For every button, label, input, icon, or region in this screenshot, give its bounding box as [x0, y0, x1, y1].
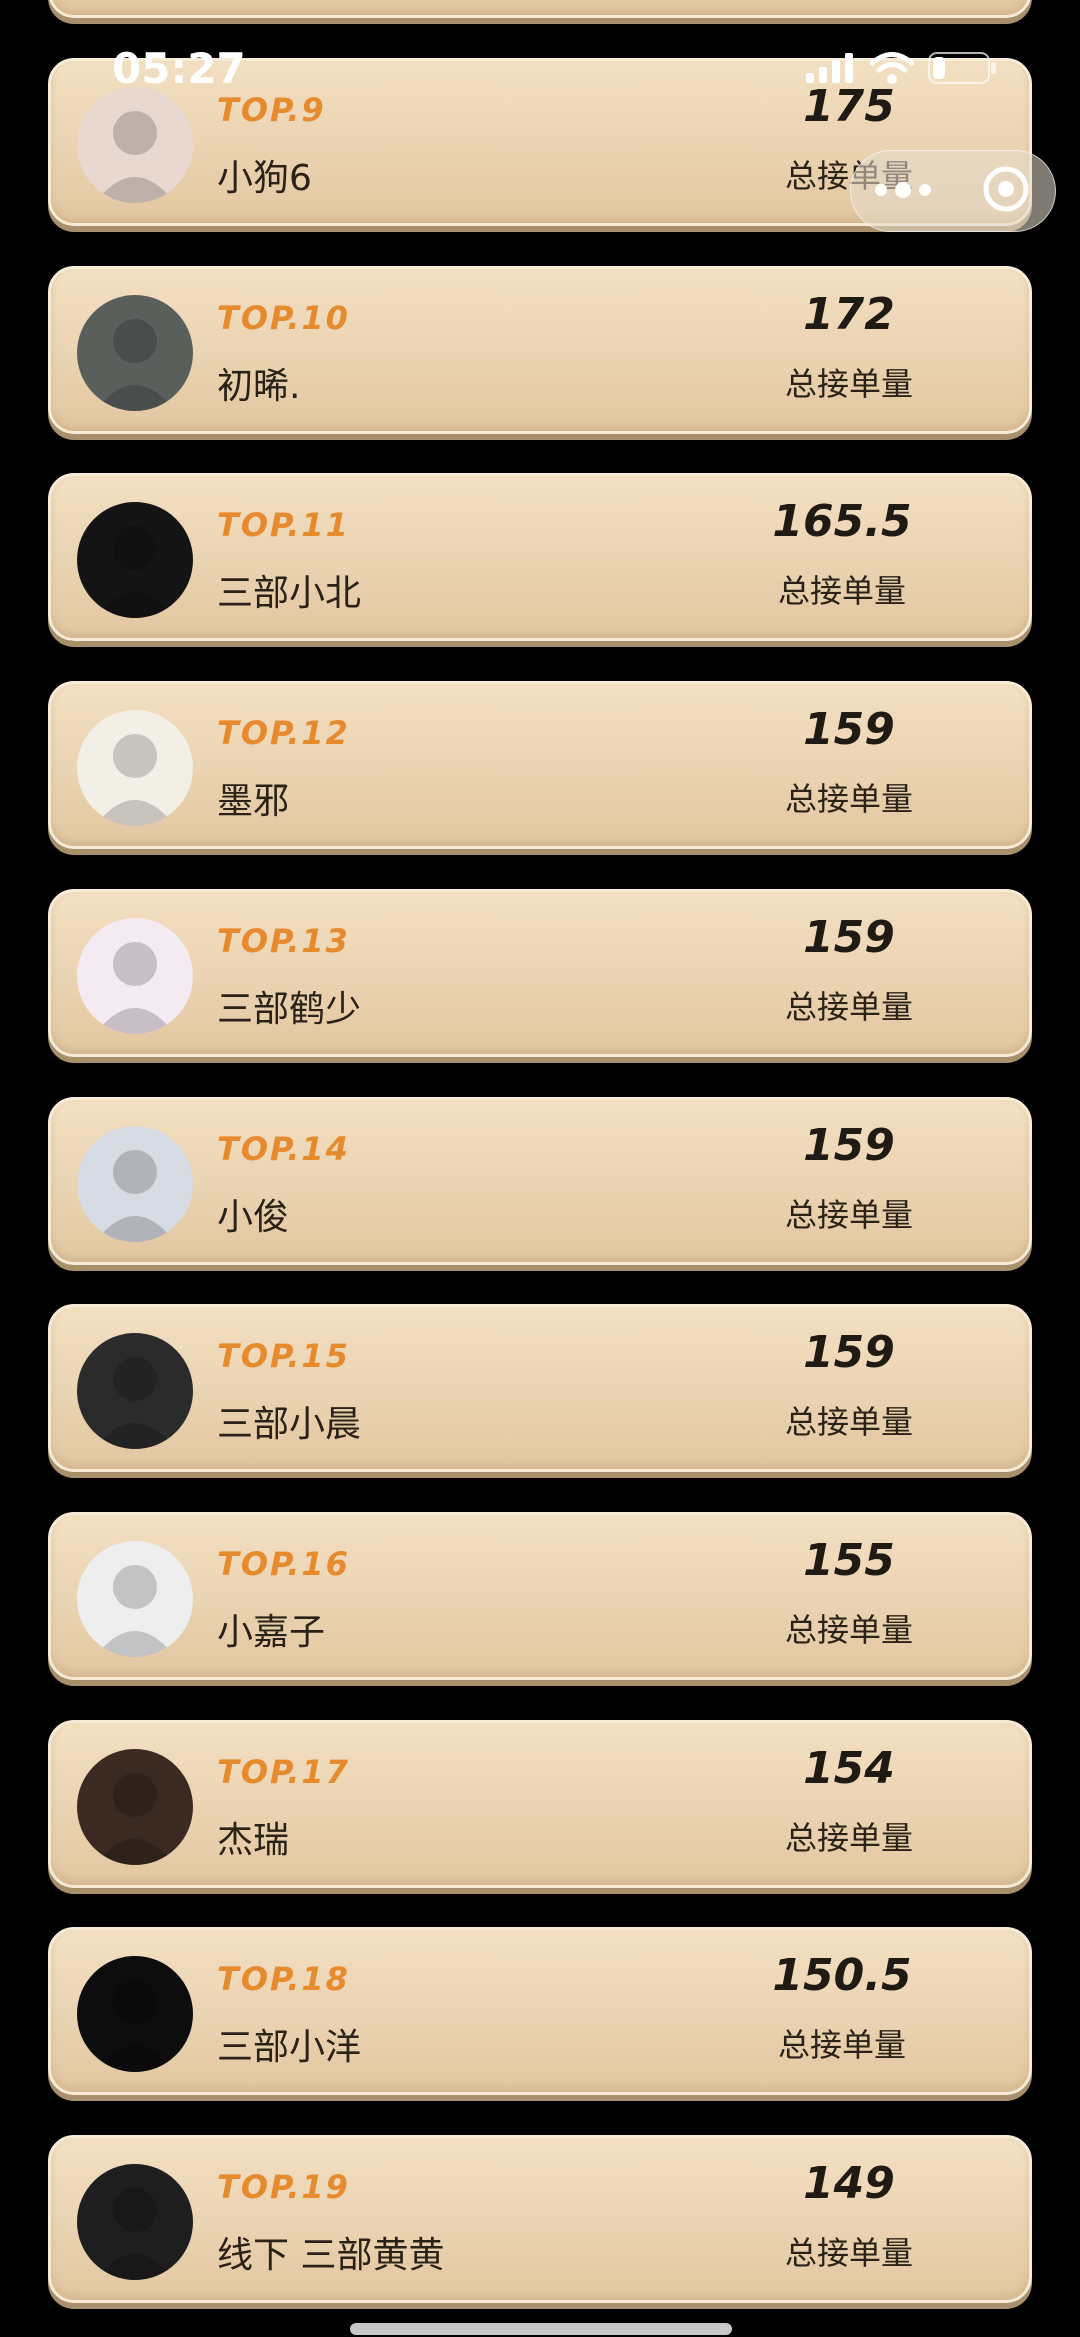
- score-value: 154: [803, 1743, 895, 1794]
- rank-label: TOP.13: [217, 922, 350, 960]
- score-label: 总接单量: [784, 2234, 913, 2272]
- ranking-card[interactable]: TOP.11 三部小北 165.5 总接单量: [48, 473, 1032, 641]
- score-value: 149: [803, 2158, 895, 2209]
- close-target-icon[interactable]: [981, 164, 1031, 218]
- home-indicator: [350, 2323, 732, 2335]
- score-label: 总接单量: [777, 2026, 906, 2064]
- score-value: 159: [803, 1327, 895, 1378]
- rank-label: TOP.11: [217, 506, 350, 544]
- avatar: [77, 1333, 193, 1449]
- rank-label: TOP.18: [217, 1960, 350, 1998]
- score-label: 总接单量: [777, 572, 906, 610]
- user-name: 杰瑞: [217, 1820, 290, 1861]
- rank-label: TOP.15: [217, 1337, 350, 1375]
- ranking-card[interactable]: TOP.18 三部小洋 150.5 总接单量: [48, 1927, 1032, 2095]
- avatar: [77, 295, 193, 411]
- rank-label: TOP.10: [217, 299, 350, 337]
- ranking-card[interactable]: TOP.13 三部鹤少 159 总接单量: [48, 889, 1032, 1057]
- user-name: 小俊: [217, 1197, 290, 1238]
- avatar: [77, 1541, 193, 1657]
- score-value: 159: [803, 912, 895, 963]
- score-label: 总接单量: [784, 1819, 913, 1857]
- score-value: 172: [803, 289, 895, 340]
- score-value: 155: [803, 1535, 895, 1586]
- score-label: 总接单量: [784, 1196, 913, 1234]
- score-value: 175: [803, 81, 895, 132]
- rank-label: TOP.12: [217, 714, 350, 752]
- ranking-card[interactable]: TOP.12 墨邪 159 总接单量: [48, 681, 1032, 849]
- score-label: 总接单量: [784, 365, 913, 403]
- avatar: [77, 87, 193, 203]
- wifi-icon: [869, 52, 915, 88]
- score-label: 总接单量: [784, 1403, 913, 1441]
- score-value: 150.5: [772, 1950, 912, 2001]
- rank-label: TOP.14: [217, 1130, 350, 1168]
- signal-icon: [806, 53, 856, 87]
- avatar: [77, 1956, 193, 2072]
- ranking-card[interactable]: TOP.17 杰瑞 154 总接单量: [48, 1720, 1032, 1888]
- more-icon[interactable]: [875, 182, 931, 198]
- user-name: 小狗6: [217, 158, 312, 199]
- ranking-card[interactable]: TOP.10 初晞. 172 总接单量: [48, 266, 1032, 434]
- avatar: [77, 1749, 193, 1865]
- avatar: [77, 1126, 193, 1242]
- battery-icon: [928, 52, 998, 88]
- score-value: 159: [803, 1120, 895, 1171]
- ranking-card[interactable]: TOP.19 线下 三部黄黄 149 总接单量: [48, 2135, 1032, 2303]
- avatar: [77, 918, 193, 1034]
- score-label: 总接单量: [784, 780, 913, 818]
- score-label: 总接单量: [784, 988, 913, 1026]
- score-value: 159: [803, 704, 895, 755]
- user-name: 三部小晨: [217, 1404, 362, 1445]
- user-name: 三部小北: [217, 573, 362, 614]
- avatar: [77, 502, 193, 618]
- ranking-card[interactable]: TOP.15 三部小晨 159 总接单量: [48, 1304, 1032, 1472]
- ranking-card-partial: [48, 0, 1032, 18]
- score-value: 165.5: [772, 496, 912, 547]
- rank-label: TOP.9: [217, 91, 326, 129]
- user-name: 墨邪: [217, 781, 290, 822]
- avatar: [77, 2164, 193, 2280]
- rank-label: TOP.16: [217, 1545, 350, 1583]
- status-icons: [806, 52, 998, 88]
- mini-program-capsule: [850, 150, 1056, 232]
- avatar: [77, 710, 193, 826]
- status-time: 05:27: [112, 44, 246, 93]
- rank-label: TOP.19: [217, 2168, 350, 2206]
- score-label: 总接单量: [784, 1611, 913, 1649]
- ranking-card[interactable]: TOP.16 小嘉子 155 总接单量: [48, 1512, 1032, 1680]
- user-name: 三部小洋: [217, 2027, 362, 2068]
- user-name: 三部鹤少: [217, 989, 362, 1030]
- rank-label: TOP.17: [217, 1753, 350, 1791]
- user-name: 初晞.: [217, 366, 301, 407]
- user-name: 线下 三部黄黄: [217, 2235, 445, 2276]
- user-name: 小嘉子: [217, 1612, 326, 1653]
- ranking-card[interactable]: TOP.14 小俊 159 总接单量: [48, 1097, 1032, 1265]
